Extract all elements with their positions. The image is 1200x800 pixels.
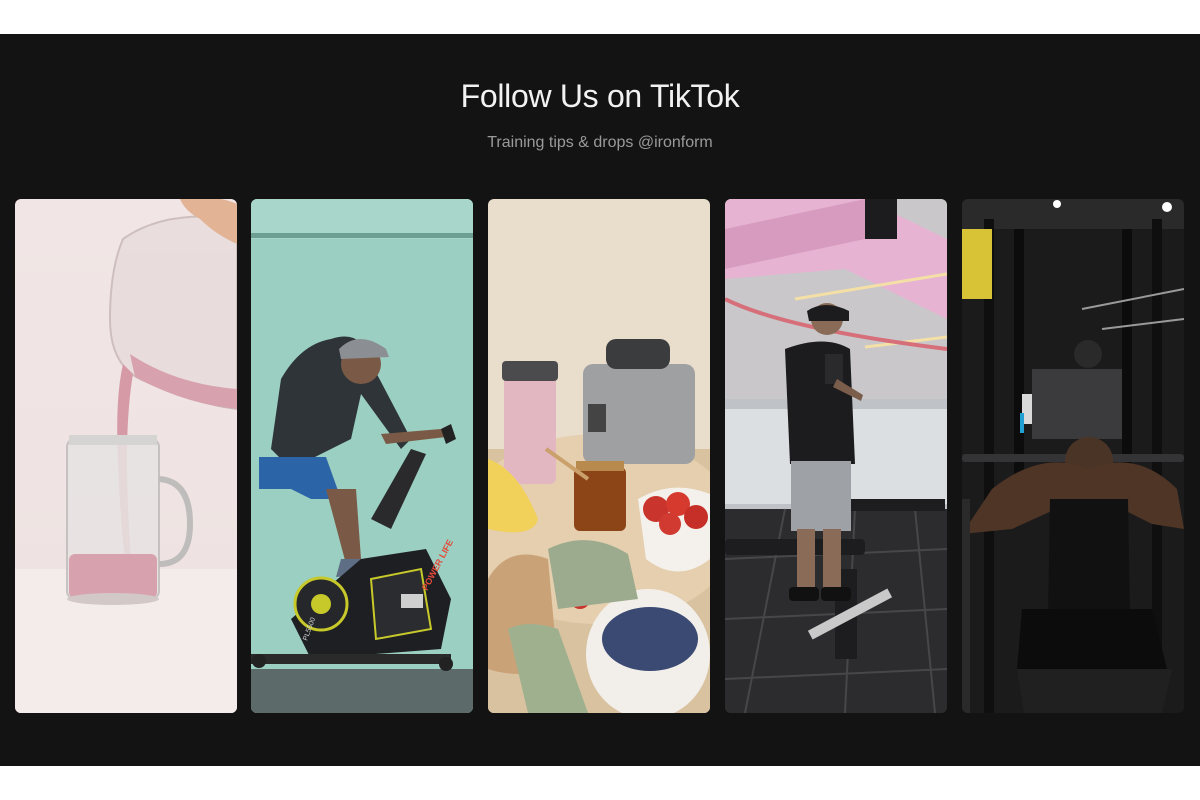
breakfast-spread-image — [488, 199, 710, 713]
smoothie-pour-image — [15, 199, 237, 713]
tiktok-video-tile-gym[interactable] — [725, 199, 947, 713]
tiktok-video-tile-breakfast[interactable] — [488, 199, 710, 713]
lat-pulldown-image — [962, 199, 1184, 713]
gym-dumbbell-image — [725, 199, 947, 713]
tiktok-video-tile-spin-bike[interactable]: POWER LIFE PL5500 — [251, 199, 473, 713]
spin-bike-rider-image: POWER LIFE PL5500 — [251, 199, 473, 713]
tiktok-video-tile-lat-pulldown[interactable] — [962, 199, 1184, 713]
section-title: Follow Us on TikTok — [460, 78, 740, 114]
section-subtitle: Training tips & drops @ironform — [487, 134, 713, 151]
tiktok-video-tile-smoothie[interactable] — [15, 199, 237, 713]
tiktok-video-grid: POWER LIFE PL5500 — [15, 199, 1185, 713]
